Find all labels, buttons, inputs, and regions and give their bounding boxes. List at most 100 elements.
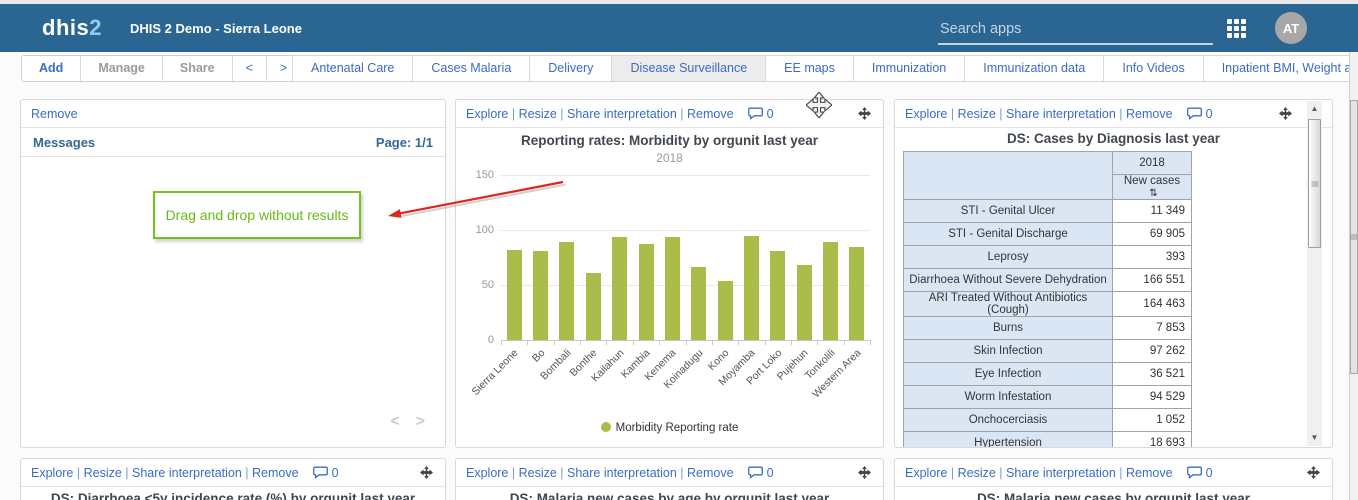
tab-disease-surveillance[interactable]: Disease Surveillance	[612, 56, 766, 81]
widget-link-resize[interactable]: Resize	[84, 466, 122, 480]
widget-link-remove[interactable]: Remove	[687, 466, 734, 480]
bar-moyamba[interactable]	[744, 236, 759, 341]
dhis2-dashboard-page: dhis2 DHIS 2 Demo - Sierra Leone Search …	[0, 0, 1358, 500]
bar-kambia[interactable]	[639, 244, 654, 340]
column-header-year: 2018	[1113, 152, 1192, 175]
widget-link-resize[interactable]: Resize	[958, 466, 996, 480]
sort-icon[interactable]: ⇅	[1149, 188, 1157, 199]
messages-widget-header: Remove	[21, 100, 445, 128]
comments-indicator[interactable]: 0	[1187, 107, 1213, 121]
messages-paging: < >	[390, 413, 425, 431]
diagnosis-cell: Worm Infestation	[904, 386, 1113, 409]
move-handle-icon[interactable]	[1307, 466, 1320, 482]
tab-immunization-data[interactable]: Immunization data	[965, 56, 1104, 81]
scroll-up-arrow[interactable]: ▲	[1307, 101, 1322, 117]
bar-kailahun[interactable]	[612, 237, 627, 340]
next-page-chevron[interactable]: >	[416, 413, 425, 431]
prev-page-chevron[interactable]: <	[390, 413, 399, 431]
tab-delivery[interactable]: Delivery	[530, 56, 612, 81]
messages-page-indicator: Page: 1/1	[376, 135, 433, 150]
table-row: Hypertension18 693	[904, 432, 1192, 449]
comments-indicator[interactable]: 0	[313, 466, 339, 480]
move-handle-icon[interactable]	[420, 466, 433, 482]
bar-pujehun[interactable]	[797, 265, 812, 340]
y-axis-tick-label: 100	[456, 224, 494, 236]
widget-link-remove[interactable]: Remove	[1126, 107, 1173, 121]
widget-action-links: Explore | Resize | Share interpretation …	[905, 107, 1173, 121]
bar-kenema[interactable]	[665, 237, 680, 340]
legend-dot-icon	[601, 422, 611, 432]
widget-link-share-interpretation[interactable]: Share interpretation	[132, 466, 242, 480]
bar-bonthe[interactable]	[586, 273, 601, 340]
widget-link-remove[interactable]: Remove	[252, 466, 299, 480]
tab-cases-malaria[interactable]: Cases Malaria	[413, 56, 530, 81]
x-axis-tick	[633, 340, 634, 345]
table-row: Skin Infection97 262	[904, 340, 1192, 363]
page-scrollbar-thumb[interactable]	[1350, 100, 1358, 374]
move-handle-icon[interactable]	[1279, 107, 1292, 123]
x-axis-tick	[686, 340, 687, 345]
search-apps-input[interactable]: Search apps	[938, 16, 1213, 46]
widget-link-share-interpretation[interactable]: Share interpretation	[1006, 466, 1116, 480]
toolbar-button-add[interactable]: Add	[22, 56, 81, 81]
toolbar-button-[interactable]: <	[233, 56, 267, 81]
widget-scrollbar: ▲ ▼	[1307, 101, 1322, 446]
comments-indicator[interactable]: 0	[1187, 466, 1213, 480]
toolbar-button-manage[interactable]: Manage	[81, 56, 163, 81]
page-scrollbar[interactable]	[1349, 52, 1358, 500]
scrollbar-thumb[interactable]	[1308, 119, 1321, 248]
diarrhoea-widget: Explore | Resize | Share interpretation …	[20, 458, 446, 500]
bar-western-area[interactable]	[849, 247, 864, 341]
widget-link-explore[interactable]: Explore	[905, 107, 947, 121]
x-axis-tick	[712, 340, 713, 345]
tab-inpatient-bmi-weight-and-height[interactable]: Inpatient BMI, Weight and Height	[1204, 56, 1358, 81]
value-cell: 166 551	[1113, 269, 1192, 292]
tab-info-videos[interactable]: Info Videos	[1104, 56, 1203, 81]
messages-title: Messages	[33, 135, 95, 150]
widget-link-remove[interactable]: Remove	[31, 107, 78, 121]
comments-count: 0	[332, 466, 339, 480]
widget-action-links: Explore | Resize | Share interpretation …	[905, 466, 1173, 480]
bar-kono[interactable]	[718, 281, 733, 340]
scroll-down-arrow[interactable]: ▼	[1307, 430, 1322, 446]
widget-link-resize[interactable]: Resize	[958, 107, 996, 121]
bar-bo[interactable]	[533, 251, 548, 340]
comment-bubble-icon	[313, 466, 328, 479]
bar-tonkolili[interactable]	[823, 242, 838, 340]
link-separator: |	[996, 107, 1006, 121]
value-cell: 97 262	[1113, 340, 1192, 363]
comments-indicator[interactable]: 0	[748, 466, 774, 480]
toolbar-button-share[interactable]: Share	[163, 56, 233, 81]
widget-link-resize[interactable]: Resize	[519, 466, 557, 480]
chart-legend[interactable]: Morbidity Reporting rate	[456, 422, 883, 434]
dhis2-logo[interactable]: dhis2	[42, 15, 102, 41]
widget-link-share-interpretation[interactable]: Share interpretation	[1006, 107, 1116, 121]
widget-link-share-interpretation[interactable]: Share interpretation	[567, 466, 677, 480]
diagnosis-cell: Diarrhoea Without Severe Dehydration	[904, 269, 1113, 292]
drag-drop-zone[interactable]: Drag and drop without results	[153, 191, 361, 239]
tab-antenatal-care[interactable]: Antenatal Care	[293, 56, 413, 81]
bar-sierra-leone[interactable]	[507, 250, 522, 340]
tab-ee-maps[interactable]: EE maps	[766, 56, 854, 81]
widget-link-explore[interactable]: Explore	[466, 466, 508, 480]
avatar[interactable]: AT	[1275, 12, 1307, 44]
diagnosis-cell: Leprosy	[904, 246, 1113, 269]
apps-grid-icon[interactable]	[1227, 19, 1247, 39]
table-row: STI - Genital Discharge69 905	[904, 223, 1192, 246]
link-separator: |	[508, 466, 518, 480]
x-axis-tick	[501, 340, 502, 345]
diagnosis-cell: Burns	[904, 317, 1113, 340]
bar-port-loko[interactable]	[770, 251, 785, 340]
bar-koinadugu[interactable]	[691, 267, 706, 340]
tab-immunization[interactable]: Immunization	[854, 56, 965, 81]
bar-bombali[interactable]	[559, 242, 574, 340]
widget-link-explore[interactable]: Explore	[31, 466, 73, 480]
x-axis-tick	[817, 340, 818, 345]
table-row: Onchocerciasis1 052	[904, 409, 1192, 432]
logo-accent: 2	[89, 15, 102, 40]
link-separator: |	[996, 466, 1006, 480]
widget-link-remove[interactable]: Remove	[1126, 466, 1173, 480]
widget-header: Explore | Resize | Share interpretation …	[895, 459, 1332, 487]
move-handle-icon[interactable]	[858, 466, 871, 482]
widget-link-explore[interactable]: Explore	[905, 466, 947, 480]
